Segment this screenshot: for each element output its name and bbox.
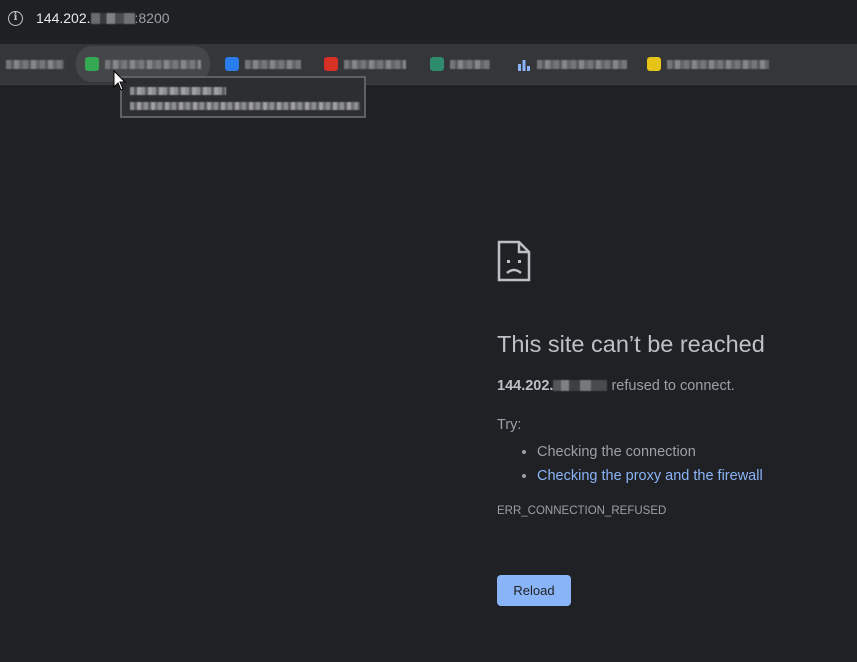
bookmark-label-redacted	[344, 59, 406, 69]
suggestion-check-connection: Checking the connection	[537, 440, 763, 464]
blue-favicon-icon	[225, 57, 239, 71]
bookmark-item-4[interactable]	[324, 56, 406, 72]
error-message: 144.202. refused to connect.	[497, 378, 735, 394]
address-bar[interactable]: i 144.202. :8200	[0, 0, 857, 40]
proxy-firewall-link[interactable]: Checking the proxy and the firewall	[537, 468, 763, 484]
omnibox[interactable]: i 144.202. :8200	[0, 0, 857, 40]
sad-page-icon	[497, 240, 531, 282]
suggestion-text: Checking the connection	[537, 444, 696, 460]
green-favicon-icon	[85, 57, 99, 71]
bookmark-item-5[interactable]	[430, 56, 490, 72]
red-favicon-icon	[324, 57, 338, 71]
bar-chart-favicon-icon	[518, 60, 530, 71]
bookmark-item-1[interactable]	[6, 56, 64, 72]
bookmark-item-7[interactable]	[647, 56, 769, 72]
error-message-suffix: refused to connect.	[611, 378, 735, 394]
bookmark-label-redacted	[450, 59, 490, 69]
suggestion-check-proxy[interactable]: Checking the proxy and the firewall	[537, 464, 763, 488]
bookmark-label-redacted	[105, 59, 201, 69]
url-host-prefix: 144.202.	[36, 10, 91, 26]
error-title: This site can’t be reached	[497, 331, 765, 357]
reload-button[interactable]: Reload	[497, 575, 571, 606]
try-label: Try:	[497, 417, 522, 433]
suggestion-list: Checking the connection Checking the pro…	[497, 440, 763, 488]
bookmark-item-2[interactable]	[85, 56, 201, 72]
info-icon[interactable]: i	[8, 11, 23, 26]
tooltip-title-redacted	[130, 87, 226, 95]
url-text[interactable]: 144.202. :8200	[36, 10, 170, 26]
bookmark-tooltip	[120, 76, 366, 118]
bookmark-item-6[interactable]	[517, 56, 627, 72]
bookmark-item-3[interactable]	[225, 56, 301, 72]
bookmark-label-redacted	[245, 59, 301, 69]
browser-window: i 144.202. :8200 This site can’t be reac…	[0, 0, 857, 662]
tooltip-url-redacted	[130, 102, 360, 110]
mouse-pointer-icon	[113, 70, 127, 91]
bookmark-label-redacted	[667, 59, 769, 69]
url-port: :8200	[134, 10, 170, 26]
redacted-ip-segment	[90, 13, 135, 24]
bookmark-label-redacted	[537, 59, 627, 69]
teal-favicon-icon	[430, 57, 444, 71]
bookmark-label-redacted	[6, 59, 64, 69]
error-code: ERR_CONNECTION_REFUSED	[497, 505, 667, 517]
redacted-host-segment	[553, 380, 608, 391]
error-host: 144.202.	[497, 378, 554, 394]
yellow-favicon-icon	[647, 57, 661, 71]
